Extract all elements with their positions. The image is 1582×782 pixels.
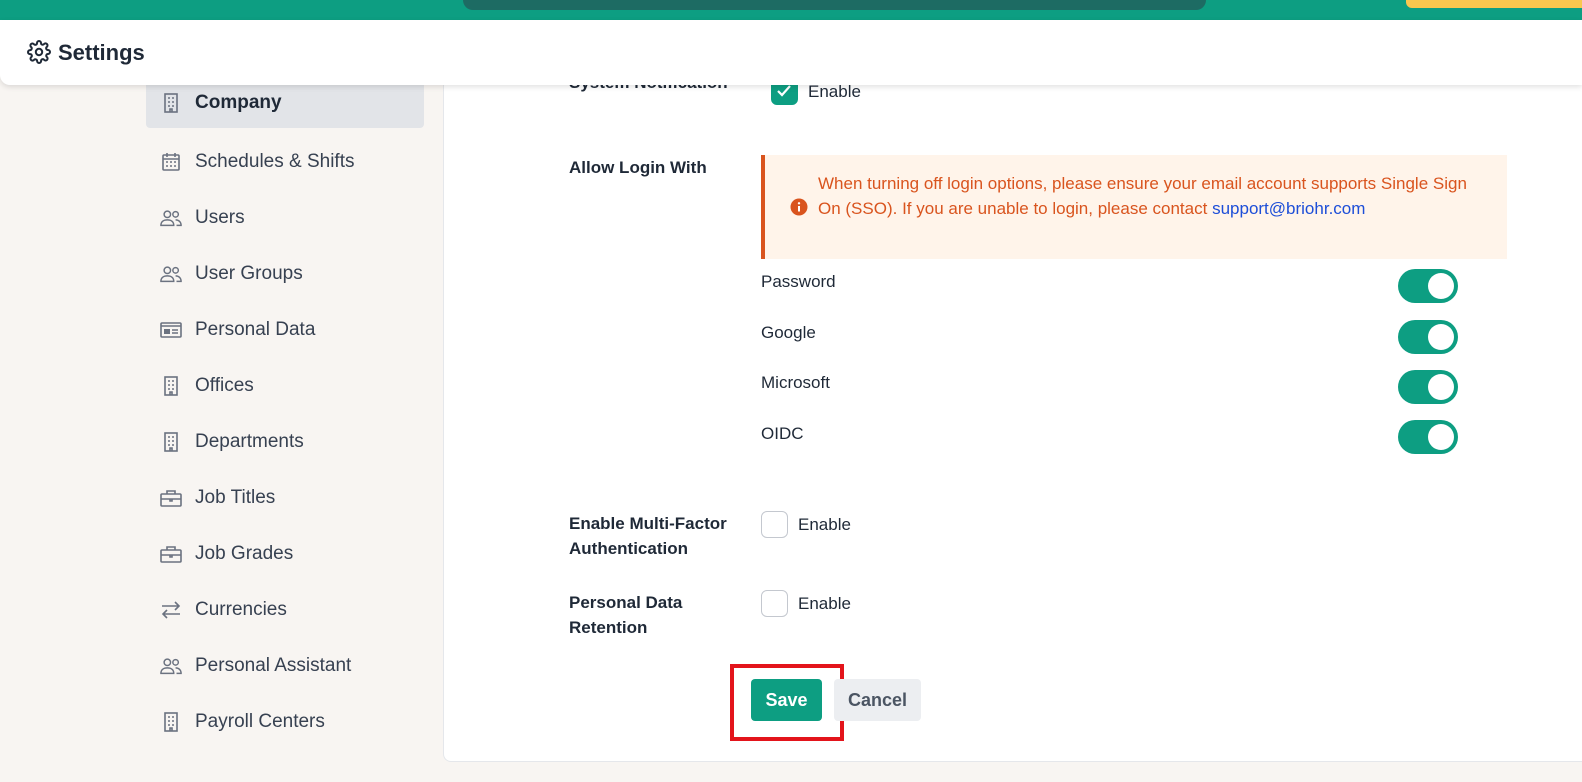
gear-icon [27,40,51,64]
users-icon [160,263,182,285]
toggle-knob [1428,324,1454,350]
allow-login-label: Allow Login With [569,158,707,177]
sidebar-item-label: Personal Data [195,319,316,340]
toggle-knob [1428,374,1454,400]
toggle-knob [1428,273,1454,299]
sidebar-item-personal-data[interactable]: Personal Data [146,302,424,358]
mfa-checkbox[interactable] [761,511,788,538]
sidebar-item-label: Users [195,207,245,228]
toggle-knob [1428,424,1454,450]
sso-warning-alert: When turning off login options, please e… [761,155,1507,259]
page-title: Settings [58,40,145,65]
sidebar-item-label: Company [195,92,282,113]
mfa-label-line1: Enable Multi-Factor [569,514,727,533]
retention-label-line1: Personal Data [569,593,683,612]
login-option-password-label: Password [761,272,836,291]
sidebar-item-job-grades[interactable]: Job Grades [146,526,424,582]
sidebar-item-label: Currencies [195,599,287,620]
alert-text: When turning off login options, please e… [818,174,1467,218]
building-icon [160,431,182,453]
retention-label-line2: Retention [569,618,648,637]
info-icon [790,198,808,216]
id-card-icon [160,319,182,341]
settings-sidebar: Company Schedules & Shifts Users User Gr… [146,78,424,750]
sidebar-item-user-groups[interactable]: User Groups [146,246,424,302]
sidebar-item-company[interactable]: Company [146,78,424,128]
exchange-icon [160,599,182,621]
building-icon [160,375,182,397]
briefcase-icon [160,543,182,565]
mfa-enable-label: Enable [798,515,851,534]
sidebar-item-label: User Groups [195,263,303,284]
sidebar-item-label: Personal Assistant [195,655,352,676]
support-email-link[interactable]: support@briohr.com [1212,199,1365,218]
sidebar-item-job-titles[interactable]: Job Titles [146,470,424,526]
save-button[interactable]: Save [751,679,822,721]
login-option-microsoft-label: Microsoft [761,373,830,392]
users-icon [160,207,182,229]
briefcase-icon [160,487,182,509]
sidebar-item-label: Departments [195,431,304,452]
sidebar-item-label: Job Titles [195,487,276,508]
sidebar-item-schedules-shifts[interactable]: Schedules & Shifts [146,134,424,190]
users-icon [160,655,182,677]
login-option-oidc-label: OIDC [761,424,804,443]
alert-message: When turning off login options, please e… [818,171,1478,221]
building-icon [160,711,182,733]
cancel-button[interactable]: Cancel [834,679,921,721]
calendar-icon [160,151,182,173]
password-login-toggle[interactable] [1398,269,1458,303]
settings-header: Settings [0,20,1582,85]
google-login-toggle[interactable] [1398,320,1458,354]
sidebar-item-currencies[interactable]: Currencies [146,582,424,638]
data-retention-checkbox[interactable] [761,590,788,617]
sidebar-item-personal-assistant[interactable]: Personal Assistant [146,638,424,694]
microsoft-login-toggle[interactable] [1398,370,1458,404]
building-icon [160,92,182,114]
sidebar-item-payroll-centers[interactable]: Payroll Centers [146,694,424,750]
data-retention-label: Personal Data Retention [569,590,682,640]
login-option-google-label: Google [761,323,816,342]
sidebar-item-label: Offices [195,375,254,396]
mfa-label-line2: Authentication [569,539,688,558]
global-search-bar[interactable] [463,0,1206,10]
sidebar-item-label: Job Grades [195,543,294,564]
system-notification-enable-label: Enable [808,82,861,101]
sidebar-item-users[interactable]: Users [146,190,424,246]
sidebar-item-label: Payroll Centers [195,711,325,732]
sidebar-item-label: Schedules & Shifts [195,151,355,172]
top-action-button[interactable] [1406,0,1582,8]
sidebar-item-departments[interactable]: Departments [146,414,424,470]
oidc-login-toggle[interactable] [1398,420,1458,454]
data-retention-enable-label: Enable [798,594,851,613]
mfa-label: Enable Multi-Factor Authentication [569,511,727,561]
top-app-bar [0,0,1582,20]
sidebar-item-offices[interactable]: Offices [146,358,424,414]
